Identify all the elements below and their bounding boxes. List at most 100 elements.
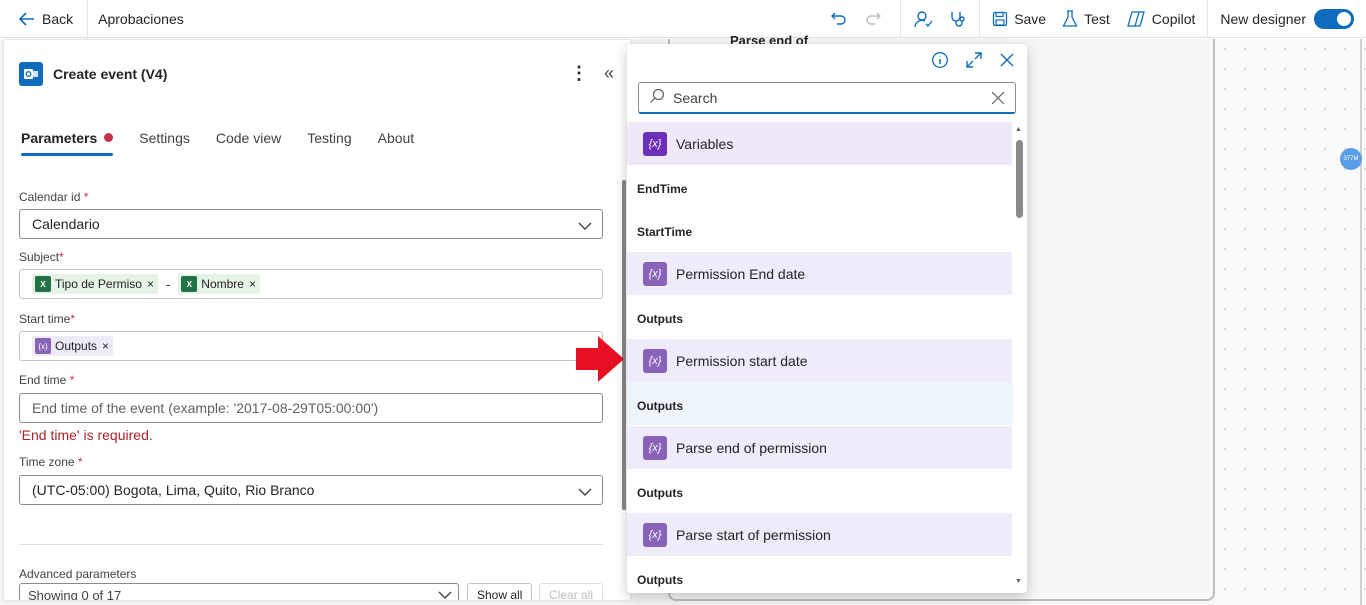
flow-checker-button[interactable]: [901, 0, 941, 38]
required-mark: *: [83, 190, 89, 204]
subject-label-text: Subject: [19, 250, 60, 264]
end-time-error: 'End time' is required.: [19, 427, 153, 443]
list-item-parse-end-of-permission[interactable]: {x} Parse end of permission: [627, 426, 1012, 469]
tab-parameters[interactable]: Parameters: [21, 130, 114, 156]
scroll-down-icon[interactable]: ▼: [1015, 578, 1022, 585]
tab-code-view[interactable]: Code view: [216, 130, 281, 156]
panel-header: Create event (V4): [19, 62, 167, 86]
end-time-placeholder: End time of the event (example: '2017-08…: [32, 400, 379, 416]
start-time-field[interactable]: {x} Outputs ×: [19, 331, 603, 361]
show-all-button[interactable]: Show all: [467, 583, 533, 600]
variables-icon: {x}: [643, 131, 667, 156]
tab-parameters-label: Parameters: [21, 130, 98, 146]
panel-tabs: Parameters Settings Code view Testing Ab…: [21, 130, 414, 156]
outlook-icon: [19, 62, 43, 86]
test-button[interactable]: Test: [1054, 0, 1118, 38]
token-tipo-de-permiso[interactable]: X Tipo de Permiso ×: [32, 274, 158, 294]
search-input[interactable]: [673, 89, 983, 106]
person-check-icon: [913, 10, 933, 28]
advanced-parameters-select[interactable]: Showing 0 of 17: [19, 583, 459, 600]
expand-icon[interactable]: [965, 51, 983, 72]
tab-settings[interactable]: Settings: [139, 130, 190, 156]
calendar-id-select[interactable]: Calendario: [19, 209, 603, 239]
undo-button[interactable]: [822, 0, 856, 38]
list-item-permission-end-date[interactable]: {x} Permission End date: [627, 252, 1012, 295]
calendar-id-value: Calendario: [32, 216, 100, 232]
search-field[interactable]: [638, 82, 1016, 114]
subject-field[interactable]: X Tipo de Permiso × - X Nombre ×: [19, 269, 603, 299]
section-header: Outputs: [637, 312, 683, 326]
hover-highlight: [627, 382, 1013, 425]
more-options-icon[interactable]: ⋮: [570, 64, 588, 82]
subject-separator: -: [165, 276, 171, 292]
excel-icon: X: [181, 276, 198, 292]
list-item-label: Permission End date: [676, 265, 806, 282]
error-dot-icon: [104, 133, 114, 142]
section-header: Outputs: [637, 573, 683, 587]
advanced-parameters-value: Showing 0 of 17: [28, 587, 122, 601]
token-label: Outputs: [55, 339, 98, 353]
copilot-icon: [1126, 10, 1146, 28]
toggle-switch[interactable]: [1314, 8, 1354, 29]
flow-name: Aprobaciones: [98, 10, 184, 27]
back-button[interactable]: Back: [0, 0, 81, 38]
info-icon[interactable]: [931, 51, 949, 72]
scroll-up-icon[interactable]: ▲: [1015, 126, 1022, 133]
redo-button[interactable]: [856, 0, 900, 38]
save-button[interactable]: Save: [980, 0, 1054, 38]
list-item-label: Variables: [676, 135, 734, 152]
stethoscope-icon: [949, 10, 967, 28]
diagnostics-button[interactable]: [941, 0, 979, 38]
chevron-down-icon: [438, 588, 452, 600]
start-time-label: Start time*: [19, 312, 75, 326]
copilot-label: Copilot: [1151, 10, 1196, 27]
tab-testing[interactable]: Testing: [307, 130, 351, 156]
canvas-dot-grid: [1215, 39, 1366, 605]
remove-token-icon[interactable]: ×: [147, 277, 154, 291]
test-label: Test: [1084, 10, 1110, 27]
dynamic-content-popup: {x} Variables EndTime StartTime {x} Perm…: [627, 44, 1027, 593]
arrow-left-icon: [18, 11, 36, 27]
save-label: Save: [1014, 10, 1047, 27]
remove-token-icon[interactable]: ×: [249, 277, 256, 291]
calendar-id-label: Calendar id *: [19, 190, 88, 204]
list-item-parse-start-of-permission[interactable]: {x} Parse start of permission: [627, 513, 1012, 556]
token-label: Nombre: [201, 277, 244, 291]
time-zone-label-text: Time zone: [19, 455, 75, 469]
copilot-button[interactable]: Copilot: [1118, 0, 1208, 38]
collapse-panel-icon[interactable]: «: [604, 64, 614, 82]
time-zone-label: Time zone *: [19, 455, 83, 469]
action-details-panel: Create event (V4) ⋮ « Parameters Setting…: [4, 40, 630, 600]
section-header: Outputs: [637, 486, 683, 500]
token-nombre[interactable]: X Nombre ×: [178, 274, 260, 294]
list-item-permission-start-date[interactable]: {x} Permission start date: [627, 339, 1012, 382]
back-label: Back: [42, 10, 74, 27]
variable-icon: {x}: [643, 261, 667, 286]
clear-all-button[interactable]: Clear all: [539, 583, 604, 600]
section-header: EndTime: [637, 182, 688, 196]
subject-label: Subject*: [19, 250, 64, 264]
list-item-variables[interactable]: {x} Variables: [627, 122, 1012, 165]
new-designer-label: New designer: [1220, 10, 1306, 27]
advanced-parameters-label: Advanced parameters: [19, 567, 137, 581]
clear-search-icon[interactable]: [991, 91, 1005, 108]
top-command-bar: Back Aprobaciones Save Test Copilot New …: [0, 0, 1366, 38]
remove-token-icon[interactable]: ×: [102, 339, 109, 353]
token-label: Tipo de Permiso: [55, 277, 142, 291]
calendar-id-label-text: Calendar id: [19, 190, 81, 204]
close-icon[interactable]: [999, 52, 1015, 71]
time-zone-value: (UTC-05:00) Bogota, Lima, Quito, Rio Bra…: [32, 482, 315, 498]
new-designer-toggle[interactable]: New designer: [1208, 0, 1366, 38]
variable-icon: {x}: [35, 338, 51, 354]
popup-scrollbar[interactable]: [1016, 140, 1023, 218]
end-time-input[interactable]: End time of the event (example: '2017-08…: [19, 393, 603, 423]
list-item-label: Parse start of permission: [676, 526, 831, 543]
undo-icon: [830, 10, 848, 28]
required-mark: *: [59, 250, 64, 264]
tab-about[interactable]: About: [378, 130, 415, 156]
section-header[interactable]: Outputs: [637, 399, 683, 413]
minimap-badge[interactable]: 377M: [1340, 148, 1362, 170]
excel-icon: X: [35, 276, 51, 292]
token-outputs[interactable]: {x} Outputs ×: [32, 336, 114, 356]
time-zone-select[interactable]: (UTC-05:00) Bogota, Lima, Quito, Rio Bra…: [19, 475, 603, 505]
